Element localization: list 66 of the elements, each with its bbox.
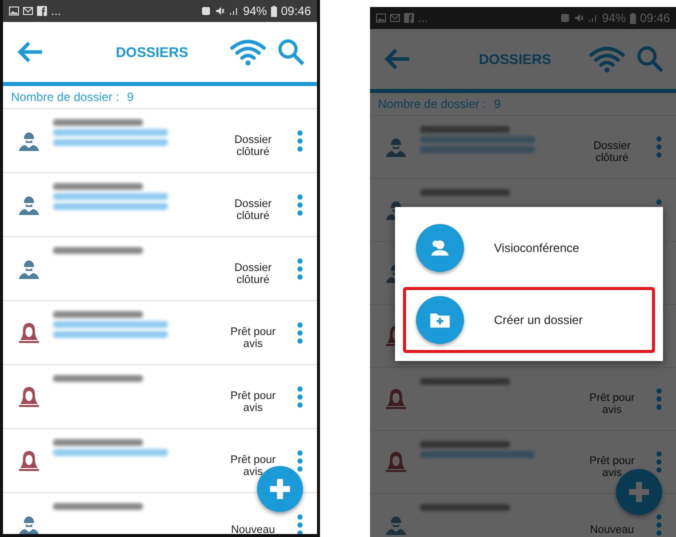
more-options-icon[interactable]	[297, 322, 303, 344]
dossier-status: Dossier clôturé	[233, 198, 273, 222]
dossier-status: Prêt pour avis	[229, 326, 277, 350]
dossier-status: Nouveau	[588, 524, 636, 536]
person-icon	[384, 387, 408, 411]
dossier-status: Dossier clôturé	[233, 134, 273, 158]
signal-icon	[588, 13, 598, 23]
count-label: Nombre de dossier :	[378, 97, 486, 111]
notification-overflow: ...	[418, 11, 428, 25]
person-icon	[17, 320, 41, 344]
person-icon	[17, 384, 41, 408]
plus-icon	[267, 476, 293, 502]
dossier-status: Prêt pour avis	[229, 454, 277, 478]
facebook-icon	[37, 6, 47, 16]
battery-percent: 94%	[242, 4, 267, 18]
battery-percent: 94%	[602, 11, 626, 25]
mute-icon	[574, 13, 584, 23]
screen-title: DOSSIERS	[478, 51, 552, 67]
dialog-option[interactable]: Visioconférence	[403, 215, 655, 281]
dossier-status: Prêt pour avis	[229, 390, 277, 414]
dialog-option[interactable]: Créer un dossier	[403, 287, 655, 353]
more-options-icon[interactable]	[656, 451, 662, 473]
dossier-status: Nouveau	[230, 524, 276, 534]
more-options-icon[interactable]	[656, 388, 662, 410]
dossier-status: Prêt pour avis	[588, 455, 636, 479]
battery-icon	[270, 6, 277, 16]
wifi-icon[interactable]	[229, 38, 267, 66]
back-arrow-icon[interactable]	[15, 40, 45, 64]
search-icon[interactable]	[636, 45, 664, 73]
clock: 09:46	[640, 11, 670, 25]
more-options-icon[interactable]	[297, 514, 303, 534]
image-icon	[9, 6, 19, 16]
dossier-row[interactable]: Prêt pour avis	[3, 301, 317, 365]
mail-icon	[23, 6, 33, 16]
more-options-icon[interactable]	[656, 514, 662, 536]
dossier-status: Dossier clôturé	[233, 262, 273, 286]
screen-title: DOSSIERS	[114, 44, 190, 60]
back-arrow-icon[interactable]	[382, 47, 412, 71]
mute-icon	[214, 6, 225, 16]
count-value: 9	[127, 90, 134, 104]
dossier-row[interactable]: Dossier clôturé	[3, 237, 317, 301]
wifi-icon[interactable]	[588, 45, 626, 73]
image-icon	[376, 13, 386, 23]
search-icon[interactable]	[277, 38, 305, 66]
more-options-icon[interactable]	[297, 194, 303, 216]
more-options-icon[interactable]	[297, 386, 303, 408]
clock: 09:46	[280, 4, 311, 18]
dossier-row[interactable]: Dossier clôturé	[3, 173, 317, 237]
dossier-status: Prêt pour avis	[588, 392, 636, 416]
dossier-row[interactable]: Prêt pour avis	[3, 365, 317, 429]
mail-icon	[390, 13, 400, 23]
dossier-row[interactable]: Dossier clôturé	[3, 109, 317, 173]
facebook-icon	[404, 13, 414, 23]
more-options-icon[interactable]	[297, 130, 303, 152]
person-icon	[384, 450, 408, 474]
battery-icon	[630, 12, 636, 24]
more-options-icon[interactable]	[297, 450, 303, 472]
more-options-icon[interactable]	[297, 258, 303, 280]
notification-overflow: ...	[51, 4, 62, 18]
signal-icon	[228, 6, 239, 16]
more-options-icon[interactable]	[656, 136, 662, 158]
count-value: 9	[494, 97, 501, 111]
plus-icon	[626, 479, 652, 505]
dossier-status: Dossier clôturé	[592, 140, 632, 164]
person-icon	[17, 448, 41, 472]
count-label: Nombre de dossier :	[11, 90, 120, 104]
